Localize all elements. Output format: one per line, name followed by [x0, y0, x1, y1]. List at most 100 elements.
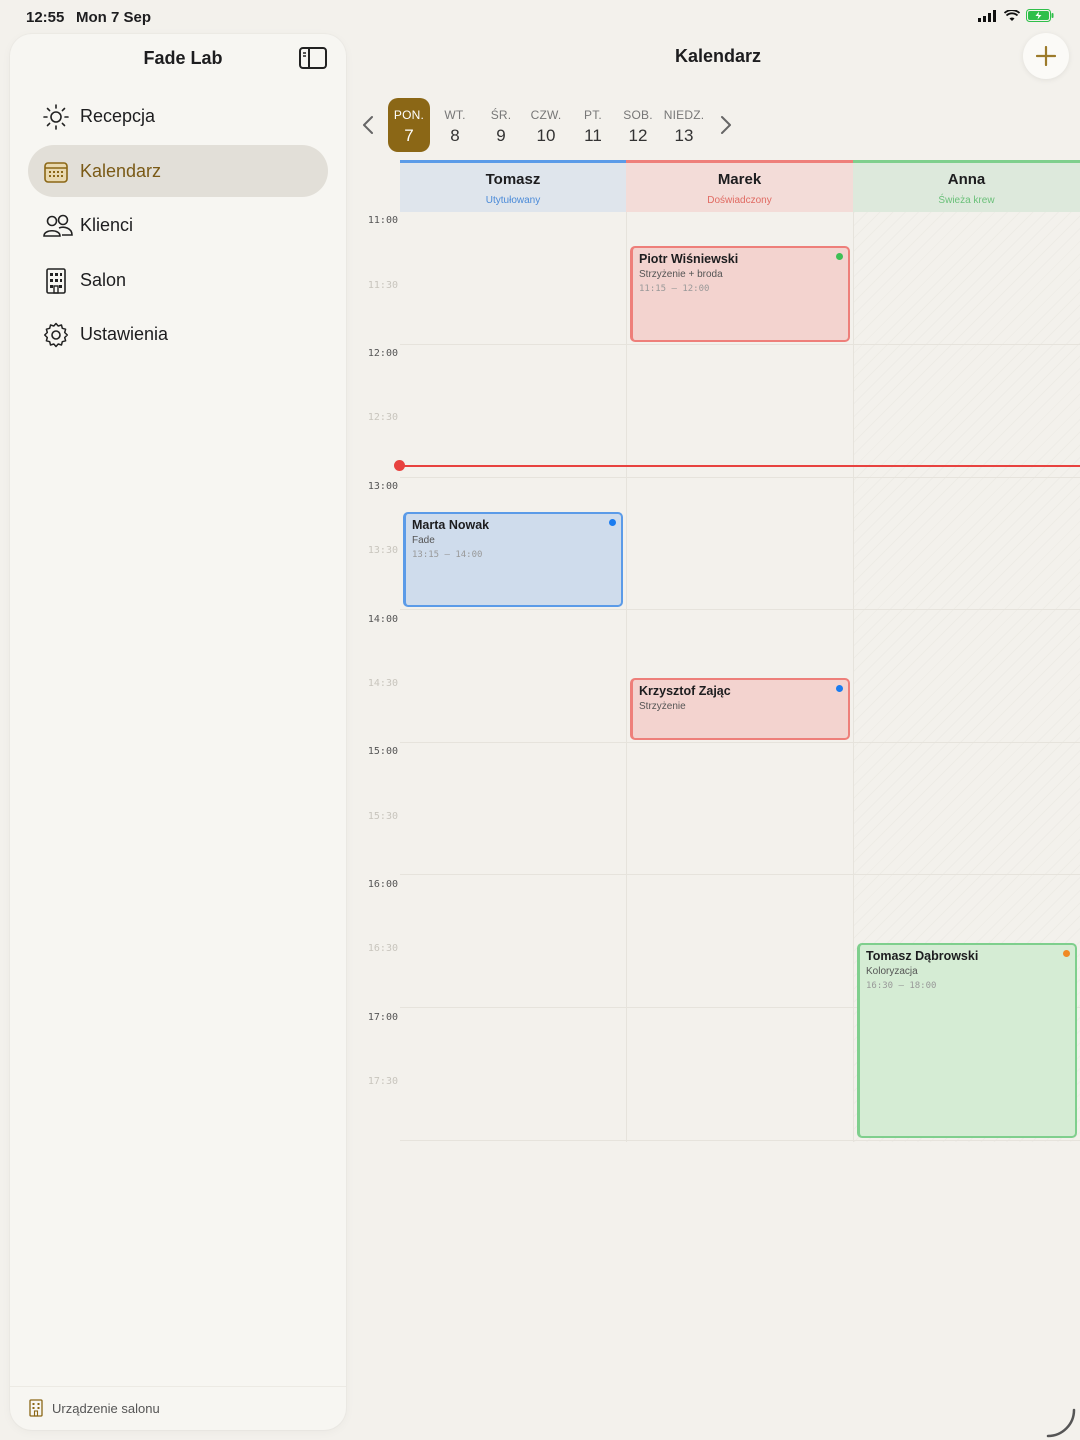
time-label: 16:30 [367, 943, 398, 954]
sidebar-item-label: Klienci [80, 214, 134, 235]
day-name: PT. [584, 108, 602, 122]
day-number: 12 [628, 126, 648, 145]
appointment-card[interactable]: Piotr Wiśniewski Strzyżenie + broda 11:1… [630, 246, 850, 342]
day-mon[interactable]: PON. 7 [388, 98, 430, 152]
day-thu[interactable]: CZW. 10 [525, 98, 567, 152]
sidebar-item-label: Salon [80, 269, 127, 290]
sidebar-item-salon[interactable]: Salon [28, 254, 328, 306]
day-wed[interactable]: ŚR. 9 [480, 98, 522, 152]
day-tue[interactable]: WT. 8 [434, 98, 476, 152]
appointment-time: 11:15 – 12:00 [639, 284, 710, 294]
day-name: WT. [444, 108, 466, 122]
current-time-dot [394, 460, 405, 471]
day-number: 13 [674, 126, 694, 145]
sidebar-item-label: Ustawienia [80, 323, 169, 344]
day-sun[interactable]: NIEDZ. 13 [663, 98, 705, 152]
status-dot [609, 519, 616, 526]
cellular-icon [978, 9, 996, 22]
people-icon [43, 214, 73, 237]
status-icons [978, 9, 1054, 22]
time-label: 13:30 [367, 545, 398, 556]
column-divider [626, 212, 627, 1142]
plus-icon [1036, 46, 1056, 66]
chevron-right-icon[interactable] [719, 114, 733, 136]
day-name: SOB. [623, 108, 653, 122]
time-label: 15:00 [367, 746, 398, 757]
sidebar-item-klienci[interactable]: Klienci [28, 199, 328, 251]
column-header-tomasz[interactable]: Tomasz Utytułowany [400, 160, 626, 212]
appointment-card[interactable]: Krzysztof Zając Strzyżenie [630, 678, 850, 740]
sidebar-item-kalendarz[interactable]: Kalendarz [28, 145, 328, 197]
hour-line [400, 477, 1080, 478]
status-dot [836, 685, 843, 692]
sidebar-item-label: Recepcja [80, 105, 156, 126]
appointment-client: Tomasz Dąbrowski [866, 949, 979, 963]
barber-level: Świeża krew [938, 195, 995, 206]
appointment-client: Marta Nowak [412, 518, 490, 532]
status-time: 12:55 [26, 9, 65, 26]
appointment-time: 13:15 – 14:00 [412, 550, 483, 560]
status-date: Mon 7 Sep [76, 9, 152, 26]
day-name: CZW. [530, 108, 562, 122]
time-label: 11:30 [367, 280, 398, 291]
column-header-anna[interactable]: Anna Świeża krew [853, 160, 1080, 212]
wifi-icon [1004, 9, 1020, 21]
time-label: 12:30 [367, 412, 398, 423]
barber-name: Tomasz [485, 171, 541, 188]
hour-line [400, 609, 1080, 610]
building-icon [46, 268, 66, 294]
appointment-time: 16:30 – 18:00 [866, 981, 937, 991]
appointment-card[interactable]: Marta Nowak Fade 13:15 – 14:00 [403, 512, 623, 607]
time-label: 13:00 [367, 481, 398, 492]
day-number: 8 [450, 126, 460, 145]
barber-level: Doświadczony [707, 195, 772, 206]
barber-name: Anna [947, 171, 986, 188]
day-number: 9 [496, 126, 506, 145]
battery-icon [1026, 9, 1054, 22]
page-title: Kalendarz [674, 46, 762, 66]
sidebar-item-ustawienia[interactable]: Ustawienia [28, 308, 328, 360]
time-label: 15:30 [367, 811, 398, 822]
time-label: 11:00 [367, 215, 398, 226]
sidebar-toggle-icon[interactable] [298, 46, 328, 70]
column-header-marek[interactable]: Marek Doświadczony [626, 160, 853, 212]
hour-line [400, 742, 1080, 743]
day-number: 7 [404, 126, 414, 145]
gear-icon [43, 322, 69, 348]
sidebar-item-recepcja[interactable]: Recepcja [28, 90, 328, 142]
chevron-left-icon[interactable] [361, 114, 375, 136]
time-label: 17:30 [367, 1076, 398, 1087]
day-name: NIEDZ. [663, 108, 705, 122]
time-label: 16:00 [367, 879, 398, 890]
sidebar: Fade Lab Recepcja Kalendarz Klienci Salo… [10, 34, 346, 1430]
status-bar: 12:55 Mon 7 Sep [0, 0, 1080, 34]
day-name: ŚR. [490, 108, 512, 122]
appointment-service: Fade [412, 535, 435, 546]
column-divider [853, 212, 854, 1142]
day-sat[interactable]: SOB. 12 [617, 98, 659, 152]
sun-icon [43, 104, 69, 130]
current-time-line [400, 465, 1080, 467]
time-label: 14:00 [367, 614, 398, 625]
footer-label: Urządzenie salonu [52, 1401, 160, 1416]
hour-line [400, 1140, 1080, 1141]
add-button[interactable] [1023, 33, 1069, 79]
day-fri[interactable]: PT. 11 [572, 98, 614, 152]
time-label: 17:00 [367, 1012, 398, 1023]
resize-corner-icon [1046, 1408, 1076, 1438]
barber-name: Marek [717, 171, 762, 188]
status-dot [836, 253, 843, 260]
appointment-client: Piotr Wiśniewski [639, 252, 739, 266]
appointment-card[interactable]: Tomasz Dąbrowski Koloryzacja 16:30 – 18:… [857, 943, 1077, 1138]
calendar-icon [44, 162, 68, 183]
day-name: PON. [393, 108, 425, 122]
day-number: 10 [536, 126, 556, 145]
time-label: 14:30 [367, 678, 398, 689]
sidebar-item-label: Kalendarz [80, 160, 162, 181]
hour-line [400, 344, 1080, 345]
building-icon [29, 1399, 43, 1417]
appointment-service: Strzyżenie + broda [639, 269, 723, 280]
time-label: 12:00 [367, 348, 398, 359]
appointment-service: Strzyżenie [639, 701, 686, 712]
hour-line [400, 874, 1080, 875]
